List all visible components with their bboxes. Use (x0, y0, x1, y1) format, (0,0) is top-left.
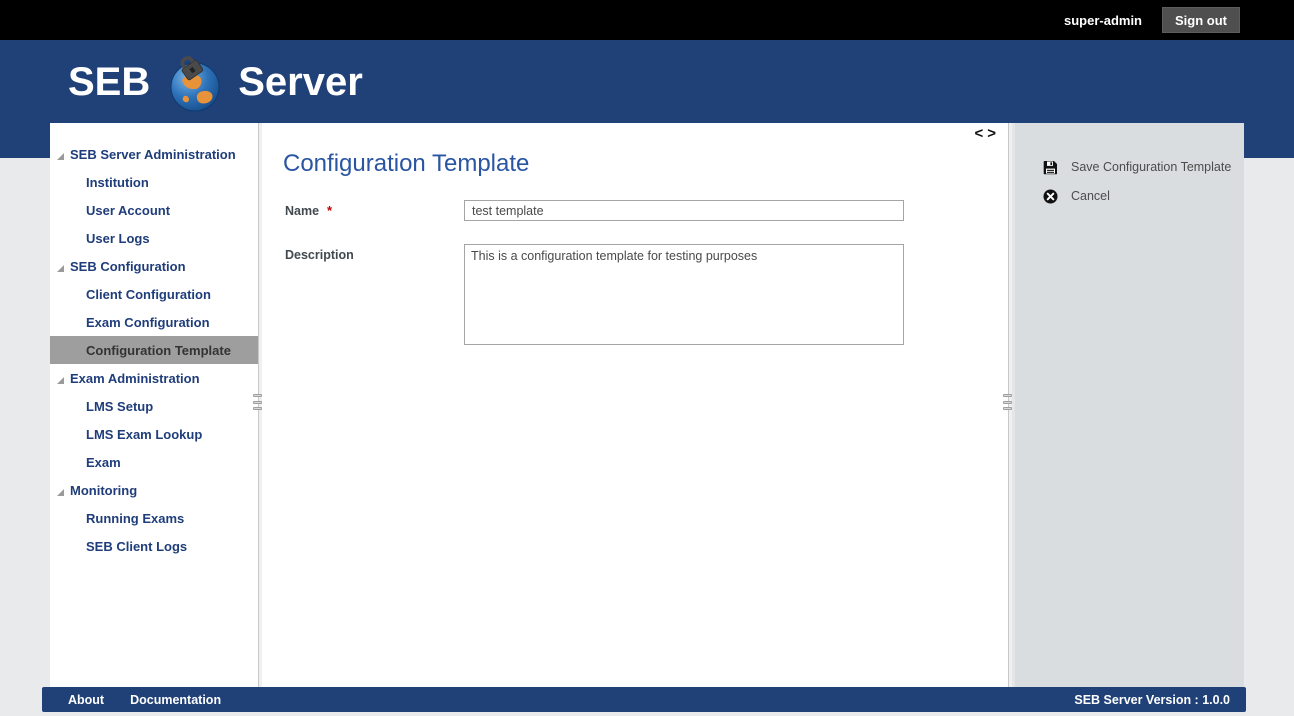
sidebar-item-institution[interactable]: Institution (50, 168, 258, 196)
sidebar-item-client-configuration[interactable]: Client Configuration (50, 280, 258, 308)
main-content-panel: <> Configuration Template Name* Descript… (262, 123, 1008, 687)
footer-bar: About Documentation SEB Server Version :… (42, 687, 1246, 712)
panel-nav-arrows[interactable]: <> (974, 125, 1000, 142)
expand-triangle-icon[interactable] (57, 377, 64, 384)
sidebar-item-label: Exam (86, 455, 121, 470)
sidebar-item-lms-exam-lookup[interactable]: LMS Exam Lookup (50, 420, 258, 448)
sidebar-item-label: User Logs (86, 231, 150, 246)
current-user-label: super-admin (1064, 13, 1142, 28)
documentation-link[interactable]: Documentation (130, 693, 221, 707)
sidebar-item-label: SEB Configuration (70, 259, 186, 274)
nav-right-icon[interactable]: > (987, 125, 1000, 142)
required-marker: * (327, 203, 332, 218)
action-label: Save Configuration Template (1071, 160, 1231, 174)
sidebar-item-configuration-template[interactable]: Configuration Template (50, 336, 258, 364)
sidebar-item-label: Configuration Template (86, 343, 231, 358)
description-field-label: Description (285, 248, 354, 262)
sash-grip-icon[interactable] (1003, 394, 1012, 410)
sidebar-item-label: Institution (86, 175, 149, 190)
globe-lock-icon (164, 54, 224, 114)
description-textarea[interactable] (464, 244, 904, 345)
sidebar-item-user-account[interactable]: User Account (50, 196, 258, 224)
sash-grip-icon[interactable] (253, 394, 262, 410)
expand-triangle-icon[interactable] (57, 489, 64, 496)
sidebar-item-label: Monitoring (70, 483, 137, 498)
sidebar-item-label: User Account (86, 203, 170, 218)
nav-left-icon[interactable]: < (974, 125, 987, 142)
sidebar-item-label: SEB Client Logs (86, 539, 187, 554)
page-title: Configuration Template (283, 150, 529, 178)
name-input[interactable] (464, 200, 904, 221)
about-link[interactable]: About (68, 693, 104, 707)
action-label: Cancel (1071, 189, 1110, 203)
cancel-action[interactable]: Cancel (1043, 187, 1110, 205)
sidebar-item-exam-administration[interactable]: Exam Administration (50, 364, 258, 392)
sidebar-item-exam-configuration[interactable]: Exam Configuration (50, 308, 258, 336)
cancel-icon (1043, 189, 1058, 204)
sidebar-item-label: SEB Server Administration (70, 147, 236, 162)
save-icon (1043, 160, 1058, 175)
sidebar-item-label: Exam Administration (70, 371, 200, 386)
sidebar-item-seb-client-logs[interactable]: SEB Client Logs (50, 532, 258, 560)
sidebar-item-label: Running Exams (86, 511, 184, 526)
save-configuration-template-action[interactable]: Save Configuration Template (1043, 158, 1231, 176)
top-bar: super-admin Sign out (0, 0, 1294, 40)
sidebar-item-running-exams[interactable]: Running Exams (50, 504, 258, 532)
name-field-label: Name* (285, 203, 332, 218)
expand-triangle-icon[interactable] (57, 265, 64, 272)
logo-text-server: Server (238, 60, 363, 105)
sidebar-item-label: Exam Configuration (86, 315, 210, 330)
sidebar-item-exam[interactable]: Exam (50, 448, 258, 476)
sidebar-item-label: LMS Setup (86, 399, 153, 414)
sidebar-item-seb-server-administration[interactable]: SEB Server Administration (50, 140, 258, 168)
sidebar-item-label: LMS Exam Lookup (86, 427, 202, 442)
action-panel: Save Configuration Template Cancel (1012, 123, 1244, 687)
expand-triangle-icon[interactable] (57, 153, 64, 160)
sidebar-item-label: Client Configuration (86, 287, 211, 302)
logo-text-seb: SEB (68, 60, 150, 105)
sidebar-item-user-logs[interactable]: User Logs (50, 224, 258, 252)
sidebar-item-monitoring[interactable]: Monitoring (50, 476, 258, 504)
sidebar-navigation: SEB Server Administration Institution Us… (50, 123, 258, 687)
sign-out-button[interactable]: Sign out (1162, 7, 1240, 33)
app-logo: SEB Server (68, 52, 363, 112)
sidebar-item-lms-setup[interactable]: LMS Setup (50, 392, 258, 420)
version-label: SEB Server Version : 1.0.0 (1074, 693, 1230, 707)
sidebar-item-seb-configuration[interactable]: SEB Configuration (50, 252, 258, 280)
